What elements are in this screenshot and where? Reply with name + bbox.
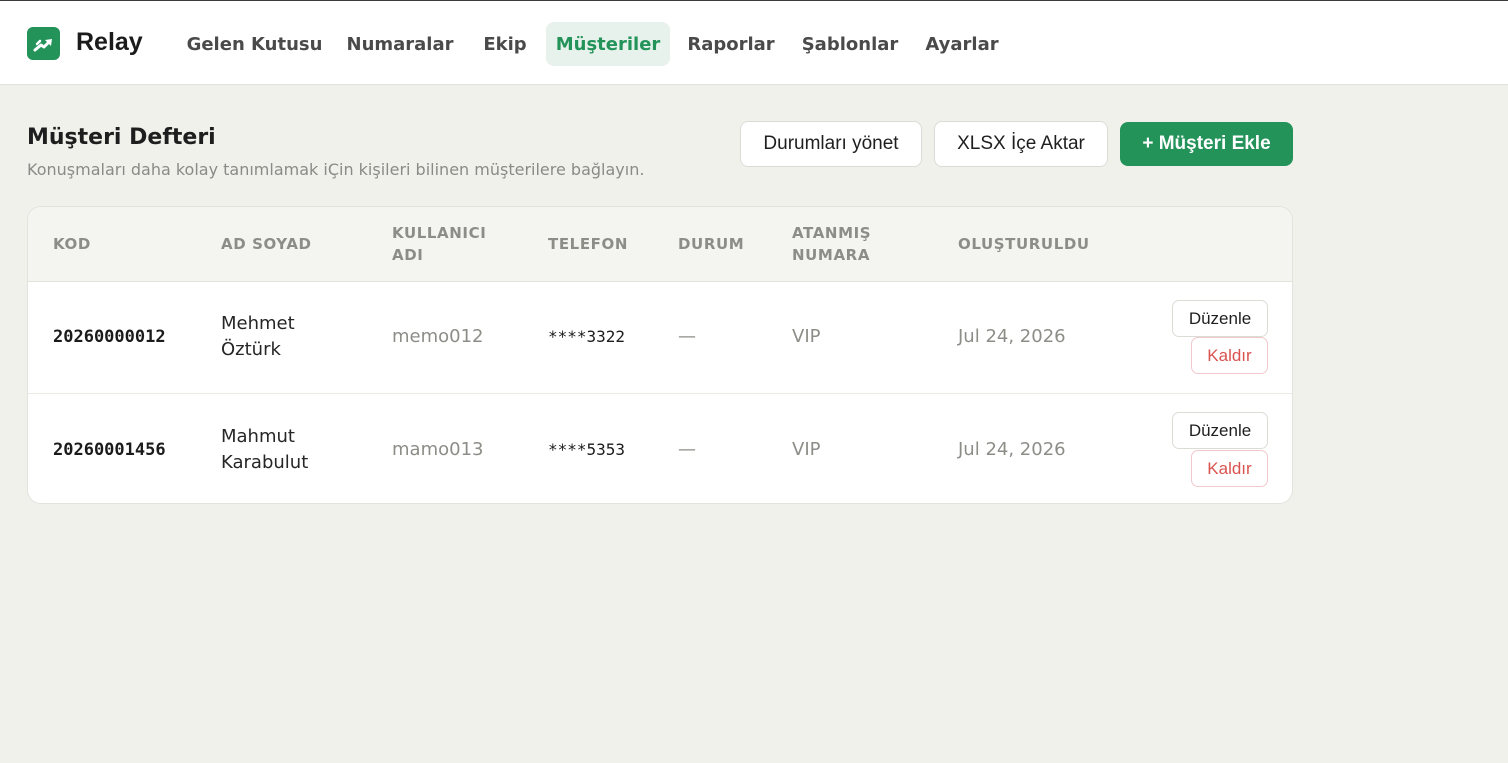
tab-gelen-kutusu[interactable]: Gelen Kutusu	[182, 22, 327, 66]
customer-last-name: Karabulut	[221, 452, 309, 473]
customer-username: memo012	[392, 326, 484, 347]
customer-code: 20260000012	[53, 327, 166, 347]
column-header-username-line1: KULLANICI	[392, 224, 487, 242]
column-header-created[interactable]: OLUŞTURULDU	[958, 233, 1090, 255]
tab-ayarlar[interactable]: Ayarlar	[918, 22, 1006, 66]
page-subtitle: Konuşmaları daha kolay tanımlamak iÇin k…	[27, 160, 645, 179]
edit-button[interactable]: Düzenle	[1172, 412, 1268, 449]
brand-name[interactable]: Relay	[76, 28, 143, 57]
column-header-assigned[interactable]: ATANMIŞ NUMARA	[792, 222, 871, 266]
column-header-name[interactable]: AD SOYAD	[221, 233, 312, 255]
page-title: Müşteri Defteri	[27, 125, 216, 150]
customer-last-name: Öztürk	[221, 339, 281, 360]
table-header: KOD AD SOYAD KULLANICI ADI TELEFON DURUM…	[28, 207, 1292, 282]
column-header-assigned-line1: ATANMIŞ	[792, 224, 872, 242]
table-row[interactable]: 20260000012 Mehmet Öztürk memo012 ****33…	[28, 282, 1292, 393]
customer-table: KOD AD SOYAD KULLANICI ADI TELEFON DURUM…	[27, 206, 1293, 504]
customer-username: mamo013	[392, 439, 484, 460]
column-header-assigned-line2: NUMARA	[792, 246, 871, 264]
import-xlsx-button[interactable]: XLSX İçe Aktar	[934, 121, 1108, 167]
customer-created-date: Jul 24, 2026	[958, 326, 1066, 347]
customer-name: Mahmut Karabulut	[221, 424, 361, 476]
tab-ekip[interactable]: Ekip	[474, 22, 536, 66]
column-header-status[interactable]: DURUM	[678, 233, 744, 255]
customer-created-date: Jul 24, 2026	[958, 439, 1066, 460]
tab-musteriler[interactable]: Müşteriler	[546, 22, 670, 66]
customer-phone: ****5353	[548, 440, 626, 459]
column-header-phone[interactable]: TELEFON	[548, 233, 628, 255]
add-customer-button[interactable]: + Müşteri Ekle	[1120, 122, 1293, 166]
column-header-username[interactable]: KULLANICI ADI	[392, 222, 486, 266]
trend-up-icon[interactable]	[27, 27, 60, 60]
customer-name: Mehmet Öztürk	[221, 311, 361, 363]
remove-button[interactable]: Kaldır	[1191, 337, 1268, 374]
customer-first-name: Mahmut	[221, 426, 295, 447]
tab-sablonlar[interactable]: Şablonlar	[795, 22, 905, 66]
customer-code: 20260001456	[53, 440, 166, 460]
edit-button[interactable]: Düzenle	[1172, 300, 1268, 337]
table-row[interactable]: 20260001456 Mahmut Karabulut mamo013 ***…	[28, 393, 1292, 503]
column-header-username-line2: ADI	[392, 246, 424, 264]
customer-assigned-number: VIP	[792, 326, 821, 347]
customer-phone: ****3322	[548, 327, 626, 346]
manage-statuses-button[interactable]: Durumları yönet	[740, 121, 922, 167]
column-header-code[interactable]: KOD	[53, 233, 91, 255]
customer-status: —	[678, 439, 696, 460]
tab-numaralar[interactable]: Numaralar	[340, 22, 460, 66]
customer-status: —	[678, 326, 696, 347]
remove-button[interactable]: Kaldır	[1191, 450, 1268, 487]
customer-assigned-number: VIP	[792, 439, 821, 460]
tab-raporlar[interactable]: Raporlar	[680, 22, 782, 66]
top-navigation-bar: Relay Gelen Kutusu Numaralar Ekip Müşter…	[0, 0, 1508, 85]
customer-first-name: Mehmet	[221, 313, 295, 334]
